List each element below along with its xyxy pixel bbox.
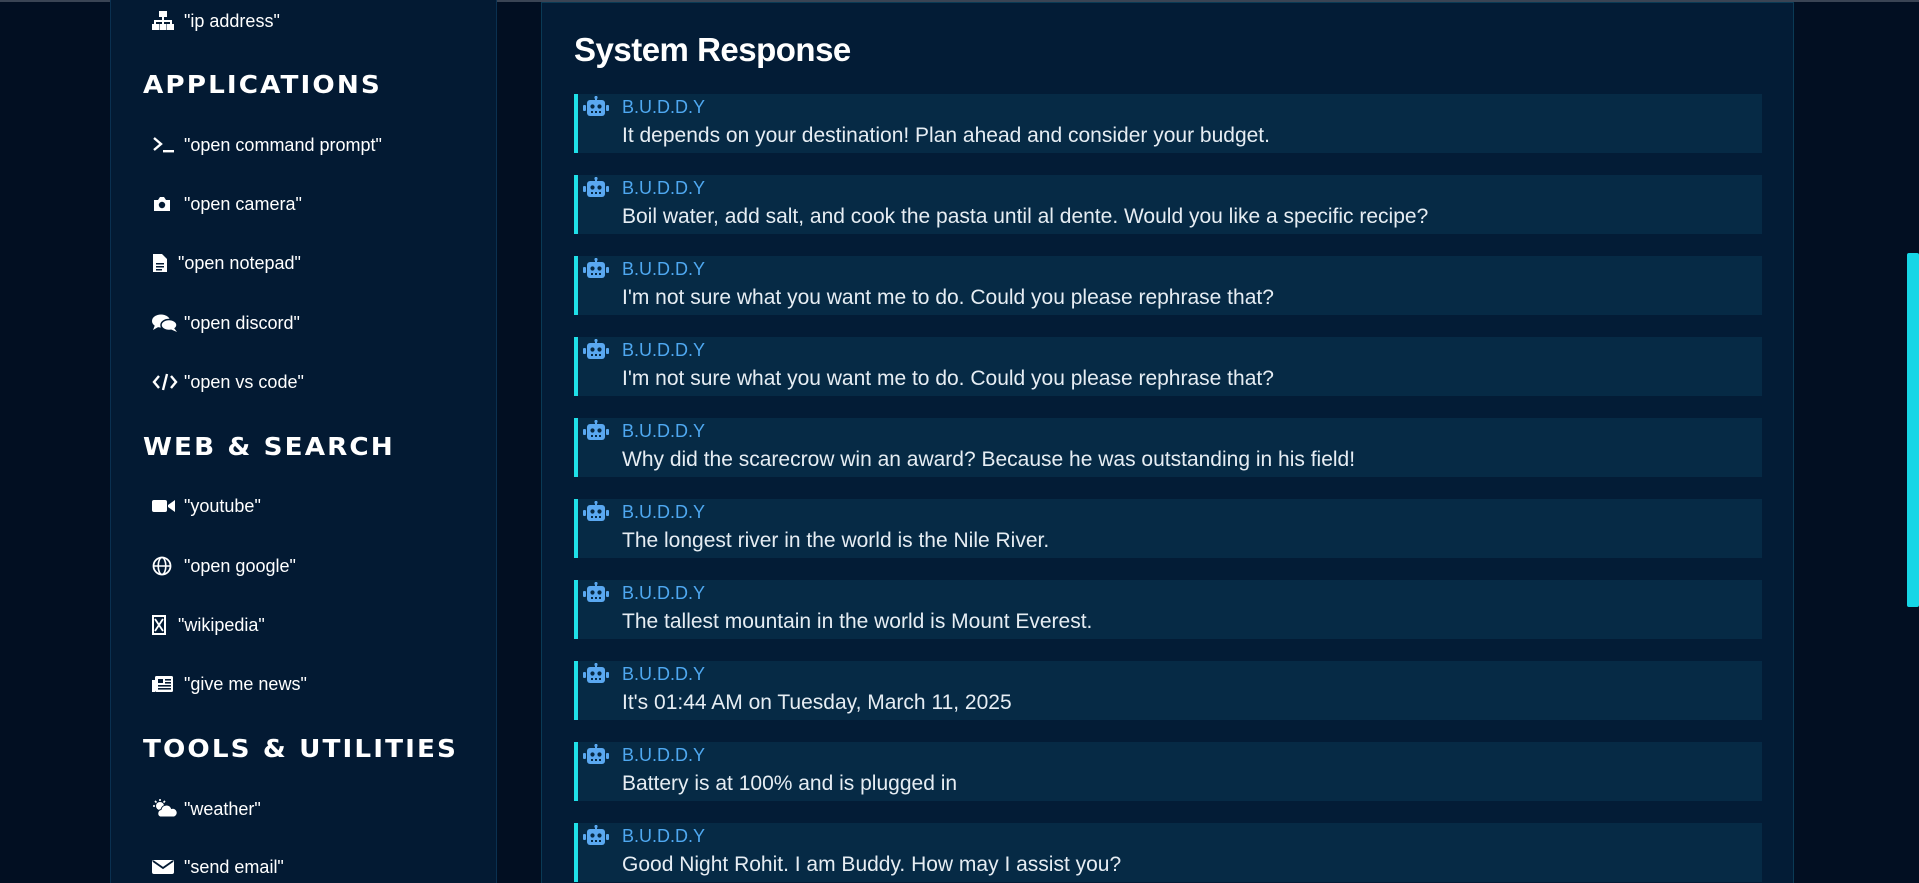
response-message: B.U.D.D.Y It depends on your destination… [574, 94, 1762, 153]
robot-icon [583, 95, 609, 118]
command-label: "wikipedia" [178, 614, 265, 635]
command-label: "open camera" [184, 193, 302, 214]
message-text: Battery is at 100% and is plugged in [622, 772, 958, 795]
newspaper-icon [152, 672, 178, 696]
robot-icon [583, 176, 609, 199]
file-icon [152, 251, 172, 275]
message-text: I'm not sure what you want me to do. Cou… [622, 286, 1274, 309]
command-label: "give me news" [184, 673, 307, 694]
command-label: "send email" [184, 856, 284, 877]
robot-icon [583, 257, 609, 280]
response-message: B.U.D.D.Y I'm not sure what you want me … [574, 337, 1762, 396]
message-sender: B.U.D.D.Y [622, 664, 706, 684]
command-item-open-google[interactable]: "open google" [152, 552, 296, 580]
response-message: B.U.D.D.Y I'm not sure what you want me … [574, 256, 1762, 315]
response-message: B.U.D.D.Y Why did the scarecrow win an a… [574, 418, 1762, 477]
robot-icon [583, 500, 609, 523]
command-label: "weather" [184, 798, 261, 819]
message-sender: B.U.D.D.Y [622, 421, 706, 441]
robot-icon [583, 824, 609, 847]
globe-icon [152, 554, 178, 578]
response-message: B.U.D.D.Y Battery is at 100% and is plug… [574, 742, 1762, 801]
response-message: B.U.D.D.Y Boil water, add salt, and cook… [574, 175, 1762, 234]
command-item-open-command-prompt[interactable]: "open command prompt" [152, 131, 382, 159]
page-title: System Response [574, 31, 851, 68]
message-text: I'm not sure what you want me to do. Cou… [622, 367, 1274, 390]
command-item-youtube[interactable]: "youtube" [152, 492, 261, 520]
command-item-give-me-news[interactable]: "give me news" [152, 670, 307, 698]
message-sender: B.U.D.D.Y [622, 259, 706, 279]
scrollbar-thumb[interactable] [1907, 253, 1919, 607]
message-text: The tallest mountain in the world is Mou… [622, 610, 1093, 633]
command-label: "open google" [184, 555, 296, 576]
cloud-sun-icon [152, 797, 178, 821]
command-sidebar: "ip address" APPLICATIONS "open command … [110, 0, 497, 883]
message-sender: B.U.D.D.Y [622, 97, 706, 117]
message-text: Boil water, add salt, and cook the pasta… [622, 205, 1429, 228]
section-title-applications: APPLICATIONS [143, 70, 382, 99]
response-message: B.U.D.D.Y Good Night Rohit. I am Buddy. … [574, 823, 1762, 882]
response-message: B.U.D.D.Y It's 01:44 AM on Tuesday, Marc… [574, 661, 1762, 720]
command-label: "open command prompt" [184, 134, 382, 155]
command-item-open-vs-code[interactable]: "open vs code" [152, 368, 304, 396]
video-icon [152, 494, 178, 518]
message-sender: B.U.D.D.Y [622, 583, 706, 603]
message-text: It depends on your destination! Plan ahe… [622, 124, 1270, 147]
comments-icon [152, 311, 178, 335]
command-item-ip-address[interactable]: "ip address" [152, 7, 280, 35]
message-sender: B.U.D.D.Y [622, 178, 706, 198]
message-text: Good Night Rohit. I am Buddy. How may I … [622, 853, 1122, 876]
command-item-weather[interactable]: "weather" [152, 795, 261, 823]
command-label: "open discord" [184, 312, 300, 333]
message-text: It's 01:44 AM on Tuesday, March 11, 2025 [622, 691, 1012, 714]
section-title-web-search: WEB & SEARCH [143, 432, 395, 461]
message-sender: B.U.D.D.Y [622, 826, 706, 846]
message-text: The longest river in the world is the Ni… [622, 529, 1050, 552]
command-item-open-camera[interactable]: "open camera" [152, 190, 302, 218]
envelope-icon [152, 855, 178, 879]
robot-icon [583, 581, 609, 604]
command-label: "ip address" [184, 10, 280, 31]
command-label: "open notepad" [178, 252, 301, 273]
message-text: Why did the scarecrow win an award? Beca… [622, 448, 1356, 471]
terminal-icon [152, 133, 178, 157]
robot-icon [583, 419, 609, 442]
message-sender: B.U.D.D.Y [622, 340, 706, 360]
response-message: B.U.D.D.Y The tallest mountain in the wo… [574, 580, 1762, 639]
robot-icon [583, 662, 609, 685]
command-label: "open vs code" [184, 371, 304, 392]
command-item-send-email[interactable]: "send email" [152, 853, 284, 881]
response-message: B.U.D.D.Y The longest river in the world… [574, 499, 1762, 558]
message-sender: B.U.D.D.Y [622, 502, 706, 522]
command-label: "youtube" [184, 495, 261, 516]
robot-icon [583, 338, 609, 361]
section-title-tools-utilities: TOOLS & UTILITIES [143, 734, 459, 763]
command-item-wikipedia[interactable]: "wikipedia" [152, 611, 265, 639]
command-item-open-notepad[interactable]: "open notepad" [152, 249, 301, 277]
network-icon [152, 9, 178, 33]
code-icon [152, 370, 178, 394]
system-response-panel: System Response B.U.D.D.Y It depends on … [541, 2, 1794, 883]
message-sender: B.U.D.D.Y [622, 745, 706, 765]
command-item-open-discord[interactable]: "open discord" [152, 309, 300, 337]
camera-icon [152, 192, 178, 216]
robot-icon [583, 743, 609, 766]
wikipedia-icon [152, 613, 172, 637]
